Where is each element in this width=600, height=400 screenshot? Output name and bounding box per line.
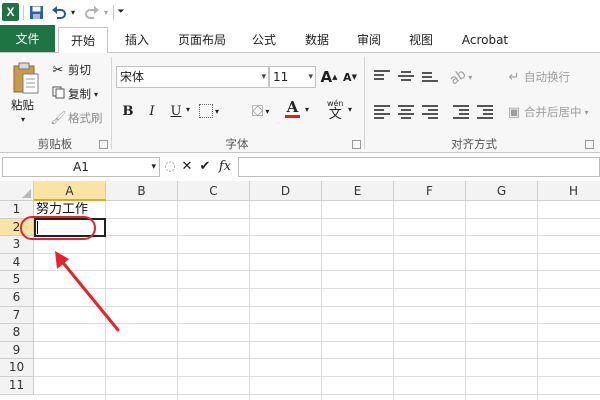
alignment-dialog-launcher-icon[interactable] bbox=[585, 140, 594, 149]
cancel-entry-icon[interactable]: ✕ bbox=[180, 157, 194, 177]
italic-button[interactable]: I bbox=[142, 101, 162, 121]
font-color-button[interactable]: A bbox=[285, 99, 300, 121]
tab-data[interactable]: 数据 bbox=[297, 27, 337, 53]
font-name-value: 宋体 bbox=[120, 70, 145, 84]
font-dialog-launcher-icon[interactable] bbox=[352, 140, 361, 149]
borders-button[interactable]: ▾ bbox=[199, 103, 219, 119]
qat-separator bbox=[23, 5, 24, 20]
merge-dropdown-icon[interactable]: ▾ bbox=[585, 108, 589, 117]
qat-separator bbox=[113, 5, 114, 20]
copy-icon bbox=[50, 86, 66, 103]
shrink-font-label: A bbox=[343, 70, 352, 84]
font-color-letter: A bbox=[286, 98, 299, 116]
copy-label: 复制 bbox=[68, 87, 91, 101]
format-painter-icon: 🖌 bbox=[50, 110, 67, 126]
save-icon[interactable] bbox=[27, 2, 45, 22]
wrap-text-button[interactable]: ↵ 自动换行 bbox=[506, 68, 570, 86]
tab-view[interactable]: 视图 bbox=[401, 27, 441, 53]
clipboard-dialog-launcher-icon[interactable] bbox=[99, 140, 108, 149]
chevron-down-icon: ▾ bbox=[261, 72, 266, 82]
customize-icon[interactable]: ⏷ bbox=[116, 2, 126, 22]
font-color-swatch bbox=[285, 115, 300, 118]
tab-file[interactable]: 文件 bbox=[0, 25, 55, 53]
paste-icon[interactable] bbox=[9, 59, 43, 99]
decrease-indent-icon[interactable] bbox=[453, 105, 469, 119]
merge-center-label: 合并后居中 bbox=[524, 105, 582, 119]
insert-function-icon[interactable]: fx bbox=[216, 157, 234, 177]
tab-review[interactable]: 审阅 bbox=[349, 27, 389, 53]
paint-bucket-icon: ⛋ bbox=[252, 102, 264, 120]
text-orientation-icon: ab bbox=[447, 66, 470, 88]
borders-dropdown-icon[interactable]: ▾ bbox=[215, 107, 219, 116]
borders-icon bbox=[199, 104, 213, 118]
clipboard-group-label: 剪贴板 bbox=[37, 137, 73, 151]
format-painter-label: 格式刷 bbox=[68, 111, 103, 125]
tab-formulas[interactable]: 公式 bbox=[244, 27, 284, 53]
cut-label: 剪切 bbox=[68, 63, 91, 77]
grow-font-icon: ▲ bbox=[332, 73, 338, 81]
bold-button[interactable]: B bbox=[118, 101, 138, 121]
scissors-icon: ✂ bbox=[52, 62, 64, 78]
annotation-arrow bbox=[55, 251, 120, 332]
undo-icon[interactable] bbox=[49, 2, 69, 22]
copy-dropdown-icon[interactable]: ▾ bbox=[94, 90, 98, 99]
shrink-font-icon: ▼ bbox=[351, 73, 357, 81]
formula-bar-grip-icon: ◌ bbox=[164, 159, 176, 174]
font-size-select[interactable]: 11 ▾ bbox=[269, 66, 316, 88]
font-size-value: 11 bbox=[273, 70, 289, 84]
format-painter-button[interactable]: 🖌 格式刷 bbox=[50, 109, 103, 127]
tab-acrobat[interactable]: Acrobat bbox=[454, 27, 516, 53]
redo-icon[interactable] bbox=[82, 2, 102, 22]
undo-dropdown-icon[interactable]: ▾ bbox=[69, 2, 77, 22]
fill-color-dropdown-icon[interactable]: ▾ bbox=[265, 107, 269, 116]
phonetic-dropdown-icon[interactable]: ▾ bbox=[348, 105, 352, 114]
font-group-label: 字体 bbox=[225, 137, 249, 151]
shrink-font-button[interactable]: A ▼ bbox=[340, 67, 360, 87]
wrap-text-label: 自动换行 bbox=[524, 70, 570, 84]
name-box[interactable]: A1 ▾ bbox=[2, 157, 160, 177]
align-left-icon[interactable] bbox=[374, 105, 390, 119]
tab-page-layout[interactable]: 页面布局 bbox=[170, 27, 234, 53]
group-separator bbox=[364, 57, 365, 149]
chevron-down-icon: ▾ bbox=[151, 162, 156, 172]
font-name-select[interactable]: 宋体 ▾ bbox=[116, 66, 269, 88]
font-color-dropdown-icon[interactable]: ▾ bbox=[305, 105, 309, 114]
paste-button[interactable]: 粘贴 bbox=[11, 97, 34, 113]
align-right-icon[interactable] bbox=[422, 105, 438, 119]
phonetic-guide-button[interactable]: wén 文 bbox=[327, 99, 344, 123]
worksheet-grid: ABCDEFGH 1 2 3 4 5 6 7 8 9 10 11 努力工作 bbox=[0, 181, 600, 400]
align-top-icon[interactable] bbox=[374, 70, 390, 84]
alignment-group-label: 对齐方式 bbox=[451, 137, 497, 151]
increase-indent-icon[interactable] bbox=[477, 105, 493, 119]
enter-entry-icon[interactable]: ✔ bbox=[198, 157, 212, 177]
tab-home[interactable]: 开始 bbox=[58, 27, 108, 53]
orientation-dropdown-icon[interactable]: ▾ bbox=[468, 73, 472, 82]
paste-dropdown-icon[interactable]: ▾ bbox=[21, 115, 25, 124]
tab-insert[interactable]: 插入 bbox=[115, 27, 159, 53]
underline-dropdown-icon[interactable]: ▾ bbox=[186, 105, 190, 114]
align-middle-icon[interactable] bbox=[398, 71, 414, 85]
merge-center-button[interactable]: ▣ 合并后居中 ▾ bbox=[506, 103, 589, 121]
ribbon-tabs: 文件 开始 插入 页面布局 公式 数据 审阅 视图 Acrobat bbox=[0, 25, 600, 53]
grow-font-button[interactable]: A ▲ bbox=[319, 67, 339, 87]
phonetic-icon: 文 bbox=[328, 107, 342, 122]
grow-font-label: A bbox=[320, 68, 333, 86]
chevron-down-icon: ▾ bbox=[308, 72, 313, 82]
redo-dropdown-icon[interactable]: ▾ bbox=[102, 2, 110, 22]
merge-cells-icon: ▣ bbox=[507, 104, 521, 120]
copy-button[interactable]: 复制 ▾ bbox=[50, 85, 98, 103]
formula-input[interactable] bbox=[238, 157, 600, 177]
excel-app-icon: X bbox=[2, 3, 19, 21]
fill-color-button[interactable]: ⛋ ▾ bbox=[252, 101, 269, 121]
underline-button[interactable]: U bbox=[166, 101, 186, 121]
orientation-button[interactable]: ab ▾ bbox=[447, 66, 472, 88]
ribbon: 粘贴 ▾ ✂ 剪切 复制 ▾ 🖌 格式刷 剪贴板 宋体 ▾ 11 ▾ A ▲ A ▼… bbox=[0, 52, 600, 153]
name-box-value: A1 bbox=[73, 160, 89, 174]
align-center-icon[interactable] bbox=[398, 105, 414, 119]
wrap-text-icon: ↵ bbox=[508, 69, 520, 85]
align-bottom-icon[interactable] bbox=[422, 72, 438, 86]
formula-bar: A1 ▾ ◌ ✕ ✔ fx bbox=[0, 156, 600, 178]
quick-access-toolbar: X ▾ ▾ ⏷ bbox=[0, 0, 600, 25]
cut-button[interactable]: ✂ 剪切 bbox=[50, 61, 91, 79]
